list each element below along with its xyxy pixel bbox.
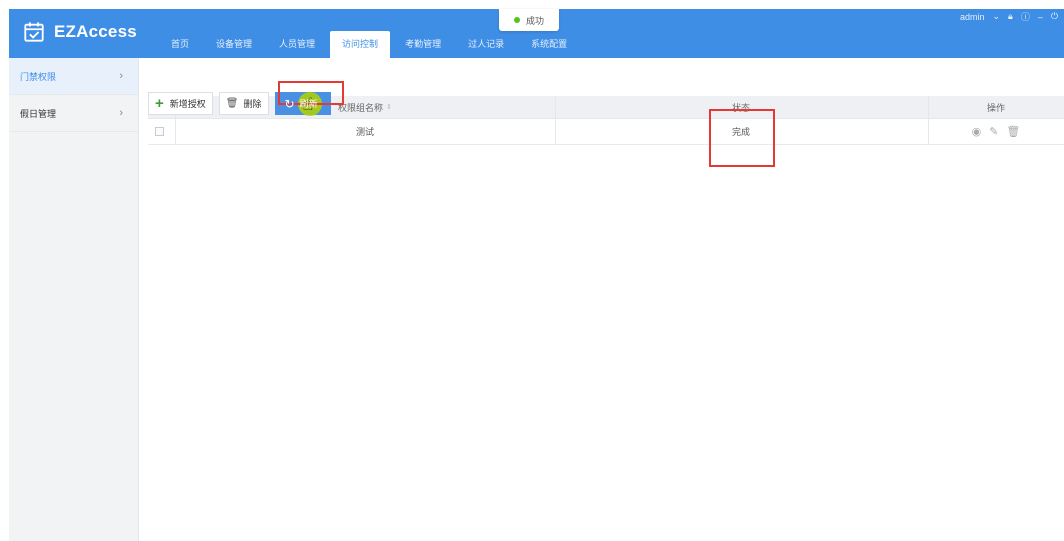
nav-device-management[interactable]: 设备管理 [204,31,264,58]
lock-icon[interactable]: 🔒︎ [1008,11,1013,22]
column-header-actions: 操作 [928,96,1064,118]
plus-icon: + [155,95,164,112]
delete-label: 删除 [243,99,262,109]
table-row[interactable]: 测试 完成 ◉ ✎ 🗑︎ [148,119,1064,145]
sidebar-item-label: 门禁权限 [20,71,57,82]
sidebar: 门禁权限 › 假日管理 › [9,58,139,541]
calendar-check-icon [24,22,44,42]
row-actions-cell: ◉ ✎ 🗑︎ [928,119,1064,144]
row-actions: ◉ ✎ 🗑︎ [972,125,1021,138]
row-checkbox[interactable] [154,127,164,136]
app-logo[interactable]: EZAccess [23,21,137,43]
minimize-icon[interactable]: – [1038,12,1043,22]
nav-pass-records[interactable]: 过人记录 [456,31,516,58]
success-toast: 成功 [499,9,559,31]
row-name-cell: 测试 [175,119,555,144]
refresh-icon: ↻ [284,96,295,111]
power-icon[interactable]: ⏻ [1051,11,1058,22]
sidebar-item-access-permissions[interactable]: 门禁权限 › [9,58,138,95]
help-icon[interactable]: ⓘ [1021,10,1030,23]
app-name: EZAccess [54,22,137,41]
nav-access-control[interactable]: 访问控制 [330,31,391,58]
username: admin [959,11,985,22]
chevron-right-icon: › [119,107,123,119]
toast-text: 成功 [525,15,544,26]
sort-icon[interactable]: ⇕ [386,103,392,111]
column-header-actions-label: 操作 [986,102,1005,113]
nav-system-config[interactable]: 系统配置 [519,31,579,58]
add-authorization-button[interactable]: + 新增授权 [148,92,213,115]
main-nav: 首页 设备管理 人员管理 访问控制 考勤管理 过人记录 系统配置 [159,31,582,58]
eye-icon[interactable]: ◉ [972,125,982,138]
left-edge [0,0,9,541]
row-name: 测试 [355,127,374,137]
chevron-down-icon: ⌄ [992,11,1001,21]
highlight-box-status [709,109,775,167]
delete-button[interactable]: 🗑︎ 删除 [218,92,269,115]
pencil-icon[interactable]: ✎ [989,125,998,138]
nav-home[interactable]: 首页 [159,31,201,58]
user-menu[interactable]: admin ⌄ 🔒︎ ⓘ – ⏻ [952,10,1058,23]
nav-attendance-management[interactable]: 考勤管理 [393,31,453,58]
trash-icon: 🗑︎ [225,98,239,109]
chevron-right-icon: › [119,70,123,82]
trash-icon[interactable]: 🗑︎ [1006,125,1020,138]
sidebar-item-label: 假日管理 [20,108,57,119]
nav-personnel-management[interactable]: 人员管理 [267,31,327,58]
row-checkbox-cell [148,119,170,144]
sidebar-item-holiday-management[interactable]: 假日管理 › [9,95,138,132]
column-header-name-label: 权限组名称 [338,102,384,113]
add-authorization-label: 新增授权 [169,99,206,109]
success-dot-icon [513,17,520,23]
app-window: EZAccess 首页 设备管理 人员管理 访问控制 考勤管理 过人记录 系统配… [0,0,1064,541]
refresh-label: 刷新 [299,99,318,109]
